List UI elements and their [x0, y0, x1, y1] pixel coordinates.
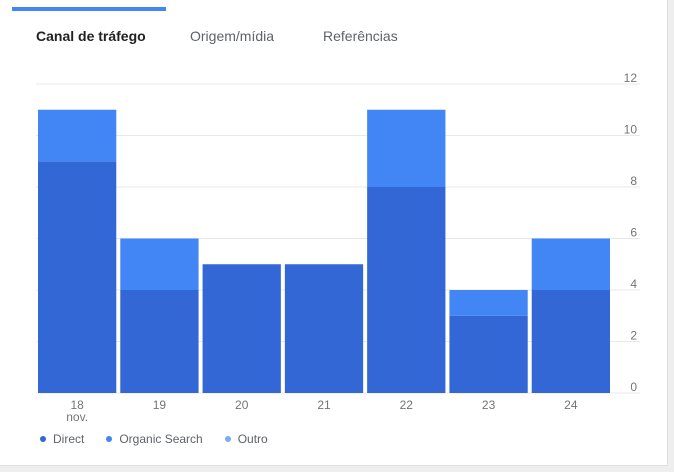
- bar-segment-organic-search[interactable]: [531, 238, 610, 291]
- y-tick-label: 8: [630, 174, 637, 188]
- x-tick-label: 23: [482, 398, 496, 412]
- y-tick-label: 12: [624, 71, 638, 85]
- x-tick-label: 22: [400, 398, 414, 412]
- bar-segment-direct[interactable]: [202, 264, 281, 393]
- x-tick-label: 19: [153, 398, 167, 412]
- bar-segment-direct[interactable]: [449, 315, 528, 393]
- bar-segment-organic-search[interactable]: [120, 238, 199, 291]
- legend-dot-icon: [106, 436, 113, 442]
- legend-label: Organic Search: [119, 432, 203, 446]
- bar-segment-direct[interactable]: [531, 290, 610, 393]
- bar-segment-direct[interactable]: [367, 187, 446, 393]
- chart-legend: Direct Organic Search Outro: [40, 432, 290, 446]
- legend-item-direct[interactable]: Direct: [40, 432, 84, 446]
- x-tick-label: 21: [317, 398, 331, 412]
- traffic-card: Canal de tráfego Origem/mídia Referência…: [0, 0, 668, 466]
- bar-segment-direct[interactable]: [38, 161, 117, 393]
- legend-item-organic-search[interactable]: Organic Search: [106, 432, 203, 446]
- y-tick-label: 10: [624, 123, 638, 137]
- bar-segment-organic-search[interactable]: [38, 109, 117, 162]
- bar-segment-organic-search[interactable]: [449, 290, 528, 316]
- y-tick-label: 4: [630, 277, 637, 291]
- y-tick-label: 6: [630, 226, 637, 240]
- bar-segment-direct[interactable]: [120, 290, 199, 393]
- y-tick-label: 0: [630, 380, 637, 394]
- legend-label: Direct: [53, 432, 85, 446]
- legend-dot-icon: [224, 436, 231, 442]
- legend-item-outro[interactable]: Outro: [224, 432, 268, 446]
- traffic-bar-chart: 02468101218nov.19 20 21 22 23 24: [36, 71, 640, 424]
- legend-label: Outro: [237, 432, 268, 446]
- bar-segment-organic-search[interactable]: [367, 109, 446, 187]
- x-tick-label: 24: [564, 398, 578, 412]
- x-tick-label: 20: [235, 398, 249, 412]
- x-tick-sublabel: nov.: [66, 410, 88, 424]
- y-tick-label: 2: [630, 329, 637, 343]
- bar-segment-direct[interactable]: [284, 264, 364, 393]
- legend-dot-icon: [40, 436, 46, 442]
